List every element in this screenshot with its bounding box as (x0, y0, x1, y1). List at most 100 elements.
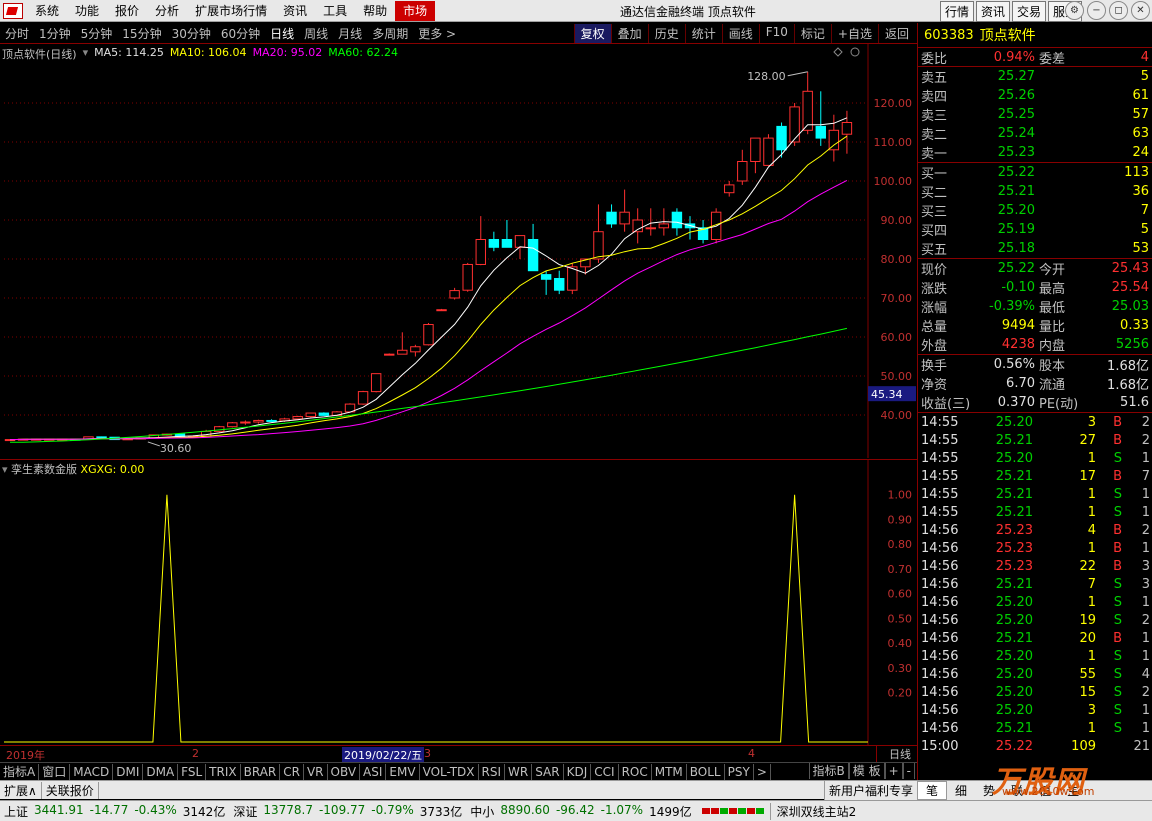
menu-item[interactable]: 分析 (147, 2, 187, 19)
close-icon[interactable]: ✕ (1131, 1, 1150, 20)
period-tab[interactable]: 更多 > (413, 25, 461, 42)
candle-body (540, 274, 552, 280)
menu-item[interactable]: 系统 (27, 2, 67, 19)
chart-tool-button[interactable]: 返回 (877, 24, 915, 43)
indicator-tab[interactable]: OBV (328, 763, 361, 780)
collapse-icon[interactable]: ▾ (2, 463, 8, 476)
extension-tab[interactable]: 扩展∧ (0, 781, 42, 799)
weibi-value: 0.94% (993, 49, 1035, 65)
period-tab[interactable]: 月线 (333, 25, 367, 42)
indicator-tab[interactable]: MACD (70, 763, 114, 780)
kline-chart[interactable]: 40.00 50.00 60.00 70.00 80.00 90.00 100.00 110.… (0, 44, 917, 458)
indicator-tab[interactable]: TRIX (206, 763, 241, 780)
indicator-tab[interactable]: EMV (386, 763, 420, 780)
indicator-right-tab[interactable]: - (902, 763, 915, 779)
indicator-right-tab[interactable]: 指标B (808, 763, 849, 779)
menu-item[interactable]: 扩展市场行情 (187, 2, 275, 19)
indicator-tab[interactable]: DMI (113, 763, 144, 780)
indicator-tab[interactable]: 指标A (0, 763, 40, 780)
quote-tab[interactable]: 主 (1059, 782, 1087, 799)
chart-tool-button[interactable]: 复权 (573, 24, 611, 43)
top-button[interactable]: 行情 (939, 1, 974, 22)
tick-row: 14:55 25.20 1 S 1 (918, 449, 1152, 467)
quote-tab[interactable]: 笔 (917, 781, 948, 800)
menu-item-market[interactable]: 市场 (395, 0, 436, 21)
quote-tab[interactable]: 值 (1031, 782, 1059, 799)
period-tab[interactable]: 1分钟 (34, 25, 76, 42)
candle-body (737, 161, 748, 182)
period-tab[interactable]: 多周期 (367, 25, 413, 42)
menu-item[interactable]: 报价 (107, 2, 147, 19)
stat-row: 涨幅 -0.39% 最低 25.03 (918, 297, 1152, 316)
promo-button[interactable]: 新用户福利专享 (823, 781, 917, 800)
indicator-tab[interactable]: WR (505, 763, 533, 780)
indicator-right-tab[interactable]: 模 板 (848, 763, 885, 779)
chart-tool-button[interactable]: 叠加 (610, 24, 648, 43)
indicator-right-tab[interactable]: + (884, 763, 903, 779)
indicator-tab[interactable]: > (754, 763, 771, 780)
settings-icon[interactable]: ⚙ (1065, 1, 1084, 20)
indicator-tab[interactable]: MTM (652, 763, 687, 780)
menu-item[interactable]: 功能 (67, 2, 107, 19)
menu-item[interactable]: 工具 (315, 2, 355, 19)
indicator-tab[interactable]: KDJ (564, 763, 592, 780)
menu-item[interactable]: 资讯 (275, 2, 315, 19)
indicator-tab[interactable]: BRAR (241, 763, 281, 780)
period-tab[interactable]: 周线 (299, 25, 333, 42)
order-book-row: 买二 25.21 36 (918, 182, 1152, 201)
candle-body (370, 373, 382, 393)
chart-tool-button[interactable]: F10 (758, 24, 794, 43)
chart-tool-button[interactable]: 画线 (721, 24, 759, 43)
index-smallcap[interactable]: 中小 8890.60 -96.42 -1.07% 1499亿 (466, 803, 695, 820)
candle-body (815, 125, 826, 139)
indicator-chart[interactable]: 0.20 0.30 0.40 0.50 0.60 0.70 0.80 0.90 1.00 (0, 459, 917, 745)
extension-tab[interactable]: 关联报价 (42, 781, 99, 799)
period-tab[interactable]: 分时 (0, 25, 34, 42)
tick-row: 14:55 25.20 3 B 2 (918, 413, 1152, 431)
index-shenzhen[interactable]: 深证 13778.7 -109.77 -0.79% 3733亿 (229, 803, 466, 820)
chart-tool-button[interactable]: 历史 (647, 24, 685, 43)
indicator-tab[interactable]: SAR (532, 763, 564, 780)
indicator-tab[interactable]: FSL (178, 763, 207, 780)
order-volume: 57 (1132, 107, 1149, 122)
indicator-tab[interactable]: BOLL (687, 763, 725, 780)
indicator-tab[interactable]: VOL-TDX (420, 763, 479, 780)
period-tab[interactable]: 60分钟 (216, 25, 265, 42)
quote-tab[interactable]: 细 (947, 782, 975, 799)
order-price: 25.18 (997, 241, 1035, 256)
period-tab[interactable]: 5分钟 (76, 25, 118, 42)
quote-header: 603383 顶点软件 (918, 23, 1152, 48)
period-tab[interactable]: 30分钟 (167, 25, 216, 42)
indicator-tab[interactable]: DMA (143, 763, 179, 780)
menu-item[interactable]: 帮助 (355, 2, 395, 19)
indicator-tab[interactable]: ASI (360, 763, 387, 780)
tick-volume: 4 (1087, 522, 1096, 538)
tick-price: 25.20 (995, 666, 1033, 682)
index-shanghai[interactable]: 上证 3441.91 -14.77 -0.43% 3142亿 (0, 803, 229, 820)
top-button[interactable]: 交易 (1011, 1, 1046, 22)
indicator-tab[interactable]: RSI (479, 763, 506, 780)
chart-tool-button[interactable]: 统计 (684, 24, 722, 43)
stat-value: -0.10 (1001, 280, 1035, 295)
collapse-icon[interactable]: ▾ (83, 46, 89, 62)
quote-tab[interactable]: 联 (1003, 782, 1031, 799)
indicator-tab[interactable]: 窗口 (39, 763, 71, 780)
indicator-tab[interactable]: CR (280, 763, 304, 780)
order-volume: 7 (1140, 203, 1149, 218)
chart-tool-button[interactable]: +自选 (830, 24, 878, 43)
indicator-tab[interactable]: VR (304, 763, 328, 780)
period-tab[interactable]: 15分钟 (117, 25, 166, 42)
minimize-icon[interactable]: − (1087, 1, 1106, 20)
indicator-tab[interactable]: CCI (591, 763, 619, 780)
restore-icon[interactable]: ◻ (1109, 1, 1128, 20)
stat-label: 外盘 (921, 339, 948, 354)
chart-tool-button[interactable]: 标记 (793, 24, 831, 43)
period-tab[interactable]: 日线 (265, 25, 299, 42)
date-month-3: 3 (424, 747, 431, 760)
top-button[interactable]: 资讯 (975, 1, 1010, 22)
indicator-tab[interactable]: ROC (619, 763, 652, 780)
server-name[interactable]: 深圳双线主站2 (769, 802, 863, 820)
quote-tab[interactable]: 势 (975, 782, 1003, 799)
indicator-tab[interactable]: PSY (725, 763, 754, 780)
y-tick-label: 110.00 (874, 136, 913, 149)
